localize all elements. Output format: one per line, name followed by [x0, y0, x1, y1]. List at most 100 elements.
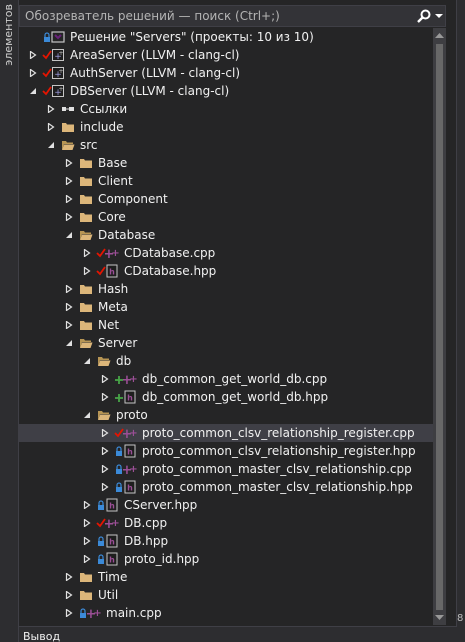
collapsed-arrow-icon[interactable] — [65, 573, 73, 581]
tree-item[interactable]: Time — [19, 568, 433, 586]
tree-item[interactable]: + + AreaServer (LLVM - clang-cl) — [19, 46, 433, 64]
collapsed-arrow-icon[interactable] — [83, 519, 91, 527]
svg-text:h: h — [127, 394, 133, 403]
collapsed-arrow-icon[interactable] — [65, 159, 73, 167]
tree-item[interactable]: Component — [19, 190, 433, 208]
search-button[interactable] — [415, 7, 433, 25]
svg-text:+: + — [58, 86, 63, 93]
collapsed-arrow-icon[interactable] — [101, 393, 109, 401]
collapsed-arrow-icon[interactable] — [65, 321, 73, 329]
tree-item[interactable]: + + db_common_get_world_db.cpp — [19, 370, 433, 388]
collapsed-arrow-icon[interactable] — [29, 69, 37, 77]
collapsed-arrow-icon[interactable] — [83, 537, 91, 545]
collapsed-arrow-icon[interactable] — [101, 465, 109, 473]
collapsed-arrow-icon[interactable] — [101, 483, 109, 491]
collapsed-arrow-icon[interactable] — [29, 51, 37, 59]
tree-item[interactable]: Client — [19, 172, 433, 190]
collapsed-arrow-icon[interactable] — [65, 213, 73, 221]
search-input[interactable] — [20, 6, 415, 26]
tree-item[interactable]: Base — [19, 154, 433, 172]
expanded-arrow-icon[interactable] — [29, 87, 37, 95]
expanded-arrow-icon[interactable] — [65, 231, 73, 239]
scrollbar-thumb[interactable] — [436, 44, 443, 610]
tree-item[interactable]: Net — [19, 316, 433, 334]
tree-item-label: include — [80, 120, 124, 134]
search-options-button[interactable] — [433, 7, 445, 25]
folder-icon — [80, 177, 92, 186]
expanded-arrow-icon[interactable] — [65, 339, 73, 347]
side-tab-strip[interactable]: элементов — [0, 0, 19, 642]
scroll-down-icon[interactable] — [435, 613, 444, 622]
tree-item[interactable]: src — [19, 136, 433, 154]
svg-text:+: + — [111, 248, 119, 259]
collapsed-arrow-icon[interactable] — [65, 195, 73, 203]
collapsed-arrow-icon[interactable] — [47, 105, 55, 113]
tree-item-label: Server — [98, 336, 138, 350]
collapsed-arrow-icon[interactable] — [65, 303, 73, 311]
expanded-arrow-icon[interactable] — [83, 411, 91, 419]
cpp-file-icon: ++ — [123, 373, 137, 386]
tree-item[interactable]: Util — [19, 586, 433, 604]
tree-item[interactable]: h db_common_get_world_db.hpp — [19, 388, 433, 406]
collapsed-arrow-icon[interactable] — [65, 177, 73, 185]
tree-item[interactable]: proto — [19, 406, 433, 424]
right-tab-strip[interactable]: 8 — [456, 0, 465, 642]
collapsed-arrow-icon[interactable] — [83, 249, 91, 257]
solution-tree: Решение "Servers" (проекты: 10 из 10) + + A… — [19, 28, 433, 625]
tree-item[interactable]: + + proto_common_clsv_relationship_registe… — [19, 424, 433, 442]
bottom-tab-strip[interactable]: Вывод — [19, 626, 457, 642]
collapsed-arrow-icon[interactable] — [47, 123, 55, 131]
tree-item[interactable]: + + DBServer (LLVM - clang-cl) — [19, 82, 433, 100]
chevron-down-icon — [435, 14, 443, 18]
tree-item[interactable]: h CServer.hpp — [19, 496, 433, 514]
tree-item[interactable]: h DB.hpp — [19, 532, 433, 550]
tree-item[interactable]: h proto_id.hpp — [19, 550, 433, 568]
right-tab-label[interactable]: 8 — [457, 613, 463, 624]
tree-item-label: Client — [98, 174, 133, 188]
tree-item[interactable]: include — [19, 118, 433, 136]
tree-item[interactable]: Hash — [19, 280, 433, 298]
folder-icon — [80, 285, 92, 294]
scroll-up-icon[interactable] — [435, 31, 444, 40]
folder-icon — [80, 321, 92, 330]
tree-item[interactable]: db — [19, 352, 433, 370]
tree-item[interactable]: h CDatabase.hpp — [19, 262, 433, 280]
tree-item[interactable]: + + DB.cpp — [19, 514, 433, 532]
tree-item[interactable]: Meta — [19, 298, 433, 316]
tree-item[interactable]: + + CDatabase.cpp — [19, 244, 433, 262]
collapsed-arrow-icon[interactable] — [83, 555, 91, 563]
cpp-file-icon: ++ — [123, 463, 137, 476]
folder-open-icon — [80, 339, 93, 348]
expanded-arrow-icon[interactable] — [83, 357, 91, 365]
bottom-tab-label[interactable]: Вывод — [23, 630, 60, 642]
collapsed-arrow-icon[interactable] — [83, 501, 91, 509]
cpp-file-icon: ++ — [87, 607, 101, 620]
collapsed-arrow-icon[interactable] — [101, 375, 109, 383]
svg-text:+: + — [129, 374, 137, 385]
tree-item[interactable]: + + AuthServer (LLVM - clang-cl) — [19, 64, 433, 82]
expanded-arrow-icon[interactable] — [47, 141, 55, 149]
tree-item[interactable]: + + proto_common_master_clsv_relationship.… — [19, 460, 433, 478]
tree-item[interactable]: h proto_common_master_clsv_relationship.h… — [19, 478, 433, 496]
collapsed-arrow-icon[interactable] — [101, 429, 109, 437]
collapsed-arrow-icon[interactable] — [101, 447, 109, 455]
tree-item[interactable]: + + main.cpp — [19, 604, 433, 622]
collapsed-arrow-icon[interactable] — [65, 285, 73, 293]
tree-item[interactable]: Решение "Servers" (проекты: 10 из 10) — [19, 28, 433, 46]
tree-item-label: proto_id.hpp — [124, 552, 200, 566]
tree-item-label: Core — [98, 210, 126, 224]
tree-item[interactable]: Database — [19, 226, 433, 244]
collapsed-arrow-icon[interactable] — [83, 267, 91, 275]
tree-item[interactable]: Ссылки — [19, 100, 433, 118]
tree-item-label: proto_common_clsv_relationship_register.… — [142, 444, 416, 458]
collapsed-arrow-icon[interactable] — [65, 591, 73, 599]
svg-text:h: h — [127, 448, 133, 457]
tree-item[interactable]: h proto_common_clsv_relationship_register… — [19, 442, 433, 460]
side-tab-label[interactable]: элементов — [2, 4, 15, 66]
folder-icon — [62, 123, 74, 132]
vertical-scrollbar[interactable] — [433, 28, 446, 625]
search-box — [19, 5, 446, 27]
collapsed-arrow-icon[interactable] — [65, 609, 73, 617]
tree-item[interactable]: Core — [19, 208, 433, 226]
tree-item[interactable]: Server — [19, 334, 433, 352]
